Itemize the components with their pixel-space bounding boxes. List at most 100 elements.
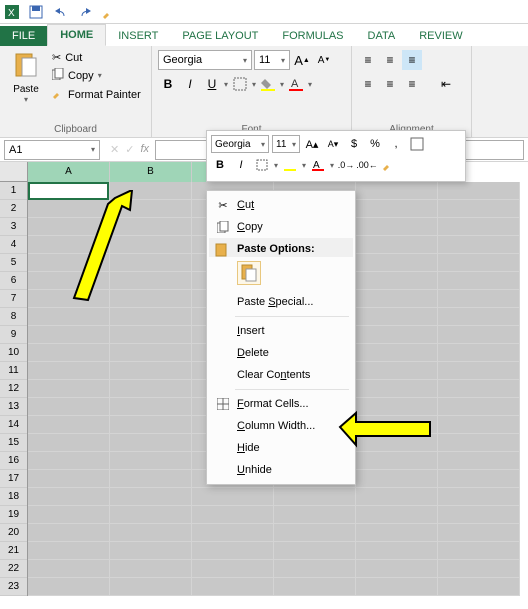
cell[interactable]	[438, 254, 519, 272]
increase-font-icon[interactable]: A▲	[292, 50, 312, 70]
cell[interactable]	[438, 434, 519, 452]
cell[interactable]	[356, 182, 437, 200]
cell[interactable]	[28, 542, 109, 560]
cell[interactable]	[356, 236, 437, 254]
cell[interactable]	[438, 560, 519, 578]
cell[interactable]	[110, 560, 191, 578]
cell[interactable]	[274, 542, 355, 560]
row-header[interactable]: 11	[0, 362, 27, 380]
cell[interactable]	[274, 524, 355, 542]
italic-button[interactable]: I	[180, 74, 200, 94]
cell[interactable]	[356, 326, 437, 344]
menu-delete[interactable]: Delete	[209, 342, 353, 364]
cell[interactable]	[110, 398, 191, 416]
cell[interactable]	[438, 542, 519, 560]
cell[interactable]	[356, 218, 437, 236]
mini-increase-font-icon[interactable]: A▴	[303, 135, 321, 153]
cell[interactable]	[438, 308, 519, 326]
mini-bold-button[interactable]: B	[211, 156, 229, 174]
cell[interactable]	[28, 344, 109, 362]
row-header[interactable]: 21	[0, 542, 27, 560]
row-header[interactable]: 13	[0, 398, 27, 416]
cell[interactable]	[110, 578, 191, 596]
paste-button[interactable]: Paste ▾	[6, 50, 46, 104]
cell[interactable]	[356, 254, 437, 272]
font-size-select[interactable]: 11▾	[254, 50, 290, 70]
cell[interactable]	[356, 344, 437, 362]
mini-font-color-button[interactable]: A	[309, 156, 327, 174]
cell[interactable]	[28, 506, 109, 524]
font-color-button[interactable]: A	[286, 74, 306, 94]
cell[interactable]	[438, 398, 519, 416]
select-all-corner[interactable]	[0, 162, 28, 182]
menu-paste-option[interactable]	[209, 257, 353, 291]
cut-button[interactable]: ✂Cut	[50, 50, 143, 65]
cell[interactable]	[356, 524, 437, 542]
row-header[interactable]: 16	[0, 452, 27, 470]
row-header[interactable]: 10	[0, 344, 27, 362]
cell[interactable]	[356, 308, 437, 326]
tab-review[interactable]: REVIEW	[407, 26, 474, 46]
tab-file[interactable]: FILE	[0, 26, 47, 46]
align-center-icon[interactable]: ≡	[380, 74, 400, 94]
tab-home[interactable]: HOME	[47, 24, 106, 46]
enter-icon[interactable]: ✓	[125, 143, 134, 156]
cell[interactable]	[438, 506, 519, 524]
cell[interactable]	[438, 344, 519, 362]
menu-paste-special[interactable]: Paste Special...	[209, 291, 353, 313]
cell[interactable]	[28, 488, 109, 506]
brush-icon[interactable]	[100, 4, 116, 20]
row-header[interactable]: 19	[0, 506, 27, 524]
menu-cut[interactable]: ✂Cut	[209, 194, 353, 216]
cell[interactable]	[356, 362, 437, 380]
indent-decrease-icon[interactable]: ⇤	[436, 74, 456, 94]
cell[interactable]	[438, 182, 519, 200]
cell[interactable]	[356, 488, 437, 506]
font-name-select[interactable]: Georgia▾	[158, 50, 252, 70]
cell[interactable]	[28, 560, 109, 578]
copy-button[interactable]: Copy ▾	[50, 67, 143, 84]
cell[interactable]	[438, 272, 519, 290]
name-box[interactable]: A1▾	[4, 140, 100, 160]
cell[interactable]	[110, 542, 191, 560]
row-header[interactable]: 4	[0, 236, 27, 254]
cell[interactable]	[28, 380, 109, 398]
cell[interactable]	[192, 542, 273, 560]
format-painter-button[interactable]: Format Painter	[50, 86, 143, 103]
cell[interactable]	[438, 578, 519, 596]
row-header[interactable]: 20	[0, 524, 27, 542]
row-header[interactable]: 14	[0, 416, 27, 434]
cell[interactable]	[438, 362, 519, 380]
cell[interactable]	[110, 434, 191, 452]
border-button[interactable]	[230, 74, 250, 94]
row-header[interactable]: 23	[0, 578, 27, 596]
col-header[interactable]: A	[28, 162, 110, 182]
row-header[interactable]: 5	[0, 254, 27, 272]
row-header[interactable]: 22	[0, 560, 27, 578]
bold-button[interactable]: B	[158, 74, 178, 94]
mini-decimal-dec-icon[interactable]: .00←	[358, 156, 376, 174]
cell[interactable]	[28, 452, 109, 470]
mini-fill-color-button[interactable]	[281, 156, 299, 174]
menu-copy[interactable]: Copy	[209, 216, 353, 238]
cell[interactable]	[438, 380, 519, 398]
col-header[interactable]: B	[110, 162, 192, 182]
menu-clear-contents[interactable]: Clear Contents	[209, 364, 353, 386]
cell[interactable]	[28, 434, 109, 452]
cell[interactable]	[438, 200, 519, 218]
cell[interactable]	[438, 488, 519, 506]
cancel-icon[interactable]: ✕	[110, 143, 119, 156]
mini-italic-button[interactable]: I	[232, 156, 250, 174]
cell[interactable]	[356, 506, 437, 524]
cell[interactable]	[356, 578, 437, 596]
cell[interactable]	[28, 470, 109, 488]
cell[interactable]	[192, 578, 273, 596]
row-header[interactable]: 15	[0, 434, 27, 452]
cell[interactable]	[28, 398, 109, 416]
fx-icon[interactable]: fx	[140, 143, 149, 156]
cell[interactable]	[438, 290, 519, 308]
cell[interactable]	[110, 524, 191, 542]
cell[interactable]	[274, 506, 355, 524]
cell[interactable]	[438, 416, 519, 434]
mini-format-icon[interactable]	[408, 135, 426, 153]
